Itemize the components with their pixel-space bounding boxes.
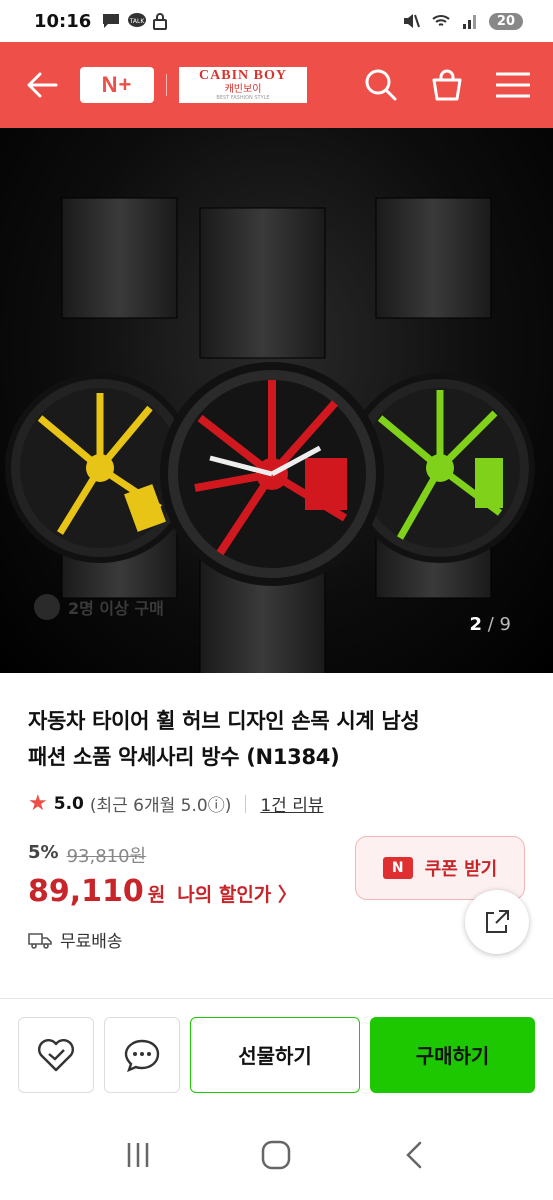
signal-icon [462, 15, 476, 29]
coupon-label: 쿠폰 받기 [424, 859, 498, 880]
back-nav-icon[interactable] [400, 1140, 430, 1170]
wifi-icon [432, 15, 450, 26]
search-icon [365, 69, 397, 101]
naver-n-icon: N [382, 857, 413, 879]
buyer-badge-text: 2명 이상 구매 [68, 599, 164, 618]
shipping-info: 무료배송 [28, 927, 525, 952]
bottom-action-bar: 선물하기 구매하기 [0, 998, 553, 1110]
share-icon [486, 910, 509, 933]
shipping-text: 무료배송 [60, 932, 123, 952]
review-link[interactable]: 1건 리뷰 [260, 791, 323, 816]
product-title-line1: 자동차 타이어 휠 허브 디자인 손목 시계 남성 [28, 709, 420, 733]
app-header: N+ CABIN BOY 캐빈보이 BEST FASHION STYLE [0, 42, 553, 128]
menu-button[interactable] [495, 67, 531, 103]
gift-button[interactable]: 선물하기 [190, 1016, 360, 1093]
product-info: 자동차 타이어 휠 허브 디자인 손목 시계 남성 패션 소품 악세사리 방수 … [0, 673, 553, 972]
heart-check-icon [38, 1038, 74, 1071]
svg-text:TALK: TALK [129, 18, 146, 25]
product-title-line2: 패션 소품 악세사리 방수 (N1384) [28, 745, 340, 769]
watch-product-image [5, 197, 535, 673]
recent-apps-icon[interactable] [123, 1140, 153, 1170]
discount-percent: 5% [28, 842, 59, 863]
product-image-carousel[interactable]: 2명 이상 구매 2 / 9 [0, 128, 553, 673]
rating-divider [245, 794, 247, 813]
chat-bubble-icon [103, 14, 120, 28]
status-time: 10:16 [34, 10, 92, 32]
sale-price: 89,110 [28, 874, 144, 909]
shopping-bag-icon [432, 69, 462, 101]
buyer-count-badge: 2명 이상 구매 [34, 594, 164, 620]
header-divider [166, 74, 167, 96]
status-bar: 10:16 TALK 20 [0, 0, 553, 42]
my-discount-link[interactable]: 나의 할인가 〉 [177, 880, 297, 907]
hamburger-menu-icon [496, 72, 530, 98]
pager-current: 2 [469, 614, 482, 635]
battery-indicator: 20 [488, 12, 523, 30]
pager-total: 9 [499, 614, 511, 635]
original-price: 93,810원 [66, 846, 147, 867]
recent-rating[interactable]: (최근 6개월 5.0ⓘ) [90, 791, 231, 816]
truck-icon [28, 932, 52, 949]
brand-tagline: BEST FASHION STYLE [216, 95, 270, 101]
back-button[interactable] [24, 67, 60, 103]
brand-logo[interactable]: CABIN BOY 캐빈보이 BEST FASHION STYLE [179, 67, 307, 103]
talk-icon: TALK [128, 13, 147, 27]
pager-separator: / [487, 614, 494, 635]
wishlist-button[interactable] [18, 1016, 94, 1093]
buyer-badge-icon [34, 594, 60, 620]
star-icon: ★ [28, 791, 48, 816]
home-icon[interactable] [259, 1138, 293, 1172]
chat-bubble-icon [124, 1039, 160, 1072]
share-button[interactable] [465, 890, 529, 954]
price-block: 5% 93,810원 89,110 원 나의 할인가 〉 무료배송 N 쿠폰 받… [28, 836, 529, 972]
chat-button[interactable] [104, 1016, 180, 1093]
buy-button[interactable]: 구매하기 [370, 1016, 535, 1093]
arrow-left-icon [27, 72, 58, 98]
brand-name: CABIN BOY [199, 68, 287, 83]
system-nav-bar [0, 1110, 553, 1200]
lock-icon [153, 13, 168, 30]
image-pager: 2 / 9 [469, 614, 511, 635]
rating-row: ★ 5.0 (최근 6개월 5.0ⓘ) 1건 리뷰 [28, 791, 525, 816]
mute-icon [403, 14, 420, 28]
rating-score: 5.0 [53, 793, 84, 814]
currency-unit: 원 [147, 884, 166, 906]
brand-name-korean: 캐빈보이 [224, 84, 262, 95]
product-title: 자동차 타이어 휠 허브 디자인 손목 시계 남성 패션 소품 악세사리 방수 … [28, 703, 525, 775]
cart-button[interactable] [429, 67, 465, 103]
nplus-logo[interactable]: N+ [80, 67, 154, 103]
search-button[interactable] [363, 67, 399, 103]
